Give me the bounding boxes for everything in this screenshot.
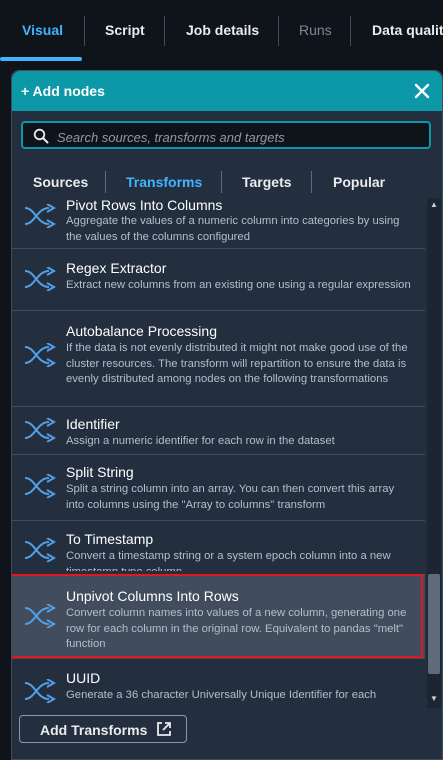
list-item-regex-extractor[interactable]: Regex Extractor Extract new columns from… <box>12 248 425 311</box>
transform-shuffle-icon <box>24 474 57 498</box>
item-title: UUID <box>66 670 101 686</box>
tab-separator <box>311 171 312 193</box>
tab-script[interactable]: Script <box>105 22 145 38</box>
tab-popular[interactable]: Popular <box>333 174 385 190</box>
tab-runs[interactable]: Runs <box>299 22 332 38</box>
scroll-down-arrow-icon[interactable]: ▼ <box>429 694 439 704</box>
search-input[interactable] <box>55 126 429 148</box>
list-item-uuid[interactable]: UUID Generate a 36 character Universally… <box>12 658 425 708</box>
item-title: Pivot Rows Into Columns <box>66 198 223 213</box>
item-title: Unpivot Columns Into Rows <box>66 588 239 604</box>
tab-data-quality[interactable]: Data qualit <box>372 22 443 38</box>
add-transforms-label: Add Transforms <box>40 722 148 738</box>
tab-visual[interactable]: Visual <box>22 22 63 38</box>
item-title: Regex Extractor <box>66 260 167 276</box>
tab-job-details[interactable]: Job details <box>186 22 259 38</box>
list-item-pivot-rows-into-columns[interactable]: Pivot Rows Into Columns Aggregate the va… <box>12 198 425 249</box>
active-tab-indicator <box>0 57 82 61</box>
scroll-up-arrow-icon[interactable]: ▲ <box>429 200 439 210</box>
tab-separator <box>278 16 279 46</box>
tab-separator <box>164 16 165 46</box>
panel-title: + Add nodes <box>21 83 105 99</box>
tab-separator <box>84 16 85 46</box>
item-description: Generate a 36 character Universally Uniq… <box>66 689 377 701</box>
close-icon <box>414 83 430 99</box>
external-link-icon <box>157 722 171 736</box>
tab-sources[interactable]: Sources <box>33 174 88 190</box>
item-title: Autobalance Processing <box>66 323 217 339</box>
transforms-list: Pivot Rows Into Columns Aggregate the va… <box>12 198 426 708</box>
tab-separator <box>105 171 106 193</box>
item-description: Split a string column into an array. You… <box>66 483 395 511</box>
transform-shuffle-icon <box>24 343 57 367</box>
transform-shuffle-icon <box>24 204 57 228</box>
tab-transforms[interactable]: Transforms <box>126 174 202 190</box>
search-icon <box>33 128 49 144</box>
transform-shuffle-icon <box>24 538 57 562</box>
list-item-identifier[interactable]: Identifier Assign a numeric identifier f… <box>12 406 425 455</box>
item-description: Extract new columns from an existing one… <box>66 279 411 291</box>
list-item-autobalance-processing[interactable]: Autobalance Processing If the data is no… <box>12 310 425 407</box>
add-nodes-panel: + Add nodes Sources Transforms Targets P… <box>11 70 443 760</box>
tab-separator <box>350 16 351 46</box>
item-description: Convert a timestamp string or a system e… <box>66 550 391 571</box>
transform-shuffle-icon <box>24 604 57 628</box>
list-scrollbar[interactable]: ▲ ▼ <box>427 198 441 708</box>
tab-targets[interactable]: Targets <box>242 174 292 190</box>
item-description: Assign a numeric identifier for each row… <box>66 435 335 447</box>
add-transforms-button[interactable]: Add Transforms <box>19 715 187 743</box>
item-description: Aggregate the values of a numeric column… <box>66 215 400 243</box>
item-title: To Timestamp <box>66 531 154 547</box>
search-box[interactable] <box>21 121 431 149</box>
list-item-to-timestamp[interactable]: To Timestamp Convert a timestamp string … <box>12 520 425 575</box>
item-title: Split String <box>66 464 134 480</box>
tab-separator <box>221 171 222 193</box>
item-description: Convert column names into values of a ne… <box>66 607 407 650</box>
list-item-unpivot-columns-into-rows[interactable]: Unpivot Columns Into Rows Convert column… <box>12 574 425 659</box>
item-title: Identifier <box>66 416 120 432</box>
list-item-split-string[interactable]: Split String Split a string column into … <box>12 454 425 521</box>
panel-header: + Add nodes <box>12 71 442 111</box>
item-description: If the data is not evenly distributed it… <box>66 342 408 385</box>
top-tab-bar: Visual Script Job details Runs Data qual… <box>0 0 443 62</box>
close-button[interactable] <box>410 79 434 103</box>
transform-shuffle-icon <box>24 679 57 703</box>
transform-shuffle-icon <box>24 418 57 442</box>
transform-shuffle-icon <box>24 267 57 291</box>
scroll-thumb[interactable] <box>428 574 440 674</box>
